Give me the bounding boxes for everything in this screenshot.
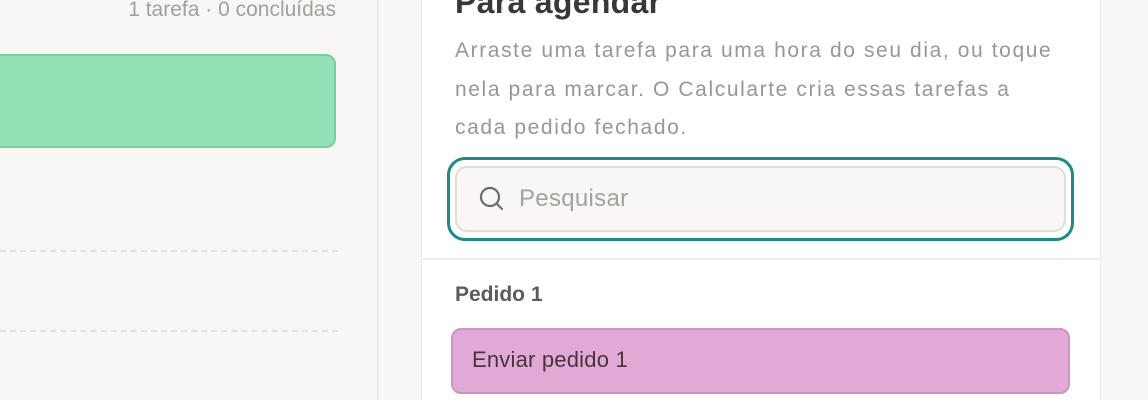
panel-divider [377,0,379,400]
hour-divider [0,250,338,252]
search-input[interactable] [517,168,1054,230]
hour-divider [0,330,338,332]
order-group-label: Pedido 1 [455,283,543,306]
panel-description: Arraste uma tarefa para uma hora do seu … [455,39,1053,139]
panel-title: Para agendar [455,0,662,20]
task-summary: 1 tarefa · 0 concluídas [128,0,336,21]
to-schedule-panel: Para agendar Arraste uma tarefa para uma… [421,0,1101,400]
day-schedule: 1 tarefa · 0 concluídas [0,0,378,400]
section-divider [422,258,1100,260]
search-box[interactable] [455,166,1066,232]
task-card[interactable]: Enviar pedido 1 [451,328,1070,394]
search-icon [477,184,507,214]
search-focus-ring [447,157,1074,241]
task-label: Enviar pedido 1 [472,347,628,372]
scheduled-task-block[interactable] [0,54,336,148]
